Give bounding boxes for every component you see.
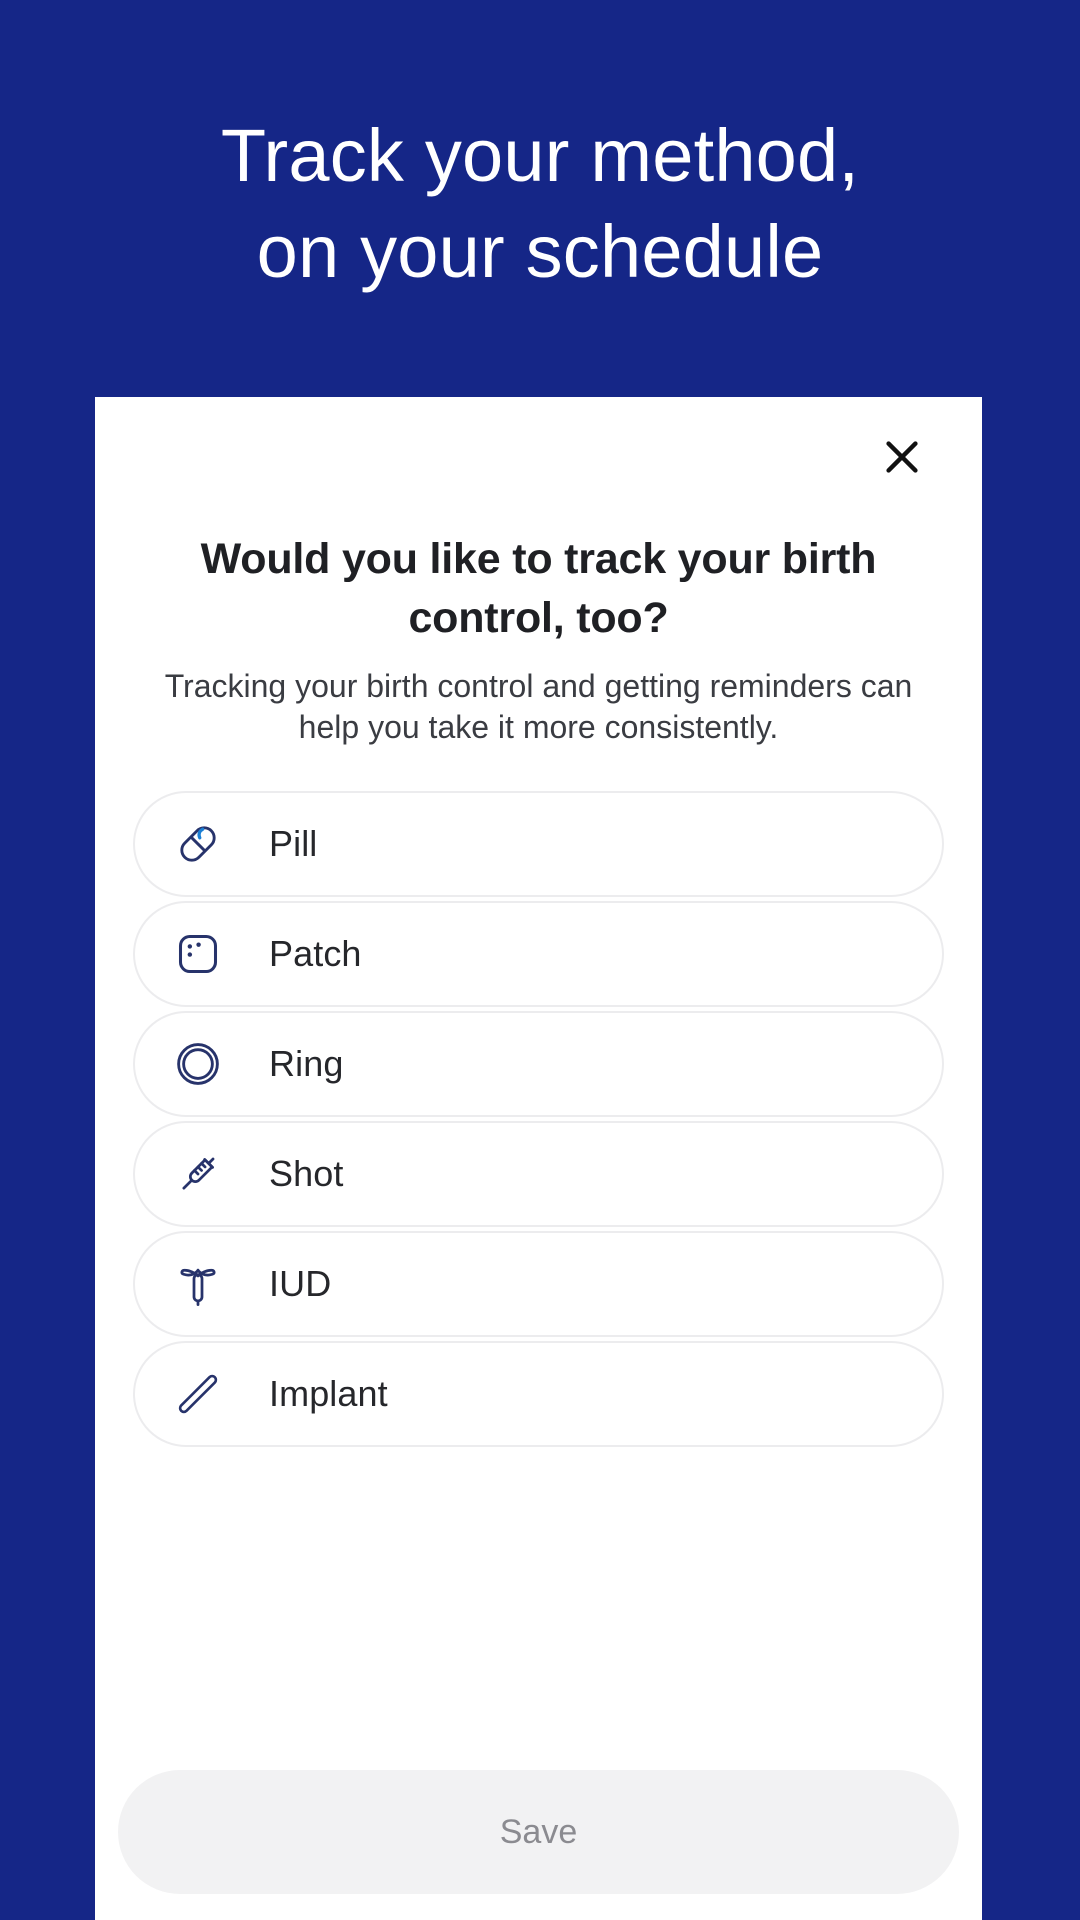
page-title: Track your method, on your schedule xyxy=(60,108,1020,300)
option-label: Pill xyxy=(269,823,317,865)
method-options-list: Pill Patch xyxy=(133,791,944,1447)
app-screen: Track your method, on your schedule Woul… xyxy=(0,0,1080,1920)
option-label: Implant xyxy=(269,1373,388,1415)
modal-description: Tracking your birth control and getting … xyxy=(133,666,944,749)
patch-icon xyxy=(161,917,235,991)
iud-icon xyxy=(161,1247,235,1321)
save-button-label: Save xyxy=(500,1813,578,1852)
ring-icon xyxy=(161,1027,235,1101)
option-label: Shot xyxy=(269,1153,343,1195)
option-ring[interactable]: Ring xyxy=(133,1011,944,1117)
syringe-icon xyxy=(161,1137,235,1211)
modal-title: Would you like to track your birth contr… xyxy=(133,530,944,648)
close-icon xyxy=(879,434,925,480)
option-label: Ring xyxy=(269,1043,343,1085)
save-button[interactable]: Save xyxy=(118,1770,959,1894)
option-patch[interactable]: Patch xyxy=(133,901,944,1007)
option-implant[interactable]: Implant xyxy=(133,1341,944,1447)
modal-body: Would you like to track your birth contr… xyxy=(95,530,982,1447)
close-button[interactable] xyxy=(870,425,934,489)
hero-section: Track your method, on your schedule xyxy=(0,108,1080,300)
birth-control-modal: Would you like to track your birth contr… xyxy=(95,397,982,1920)
option-label: IUD xyxy=(269,1263,331,1305)
option-pill[interactable]: Pill xyxy=(133,791,944,897)
option-shot[interactable]: Shot xyxy=(133,1121,944,1227)
option-iud[interactable]: IUD xyxy=(133,1231,944,1337)
option-label: Patch xyxy=(269,933,362,975)
pill-icon xyxy=(161,807,235,881)
implant-icon xyxy=(161,1357,235,1431)
